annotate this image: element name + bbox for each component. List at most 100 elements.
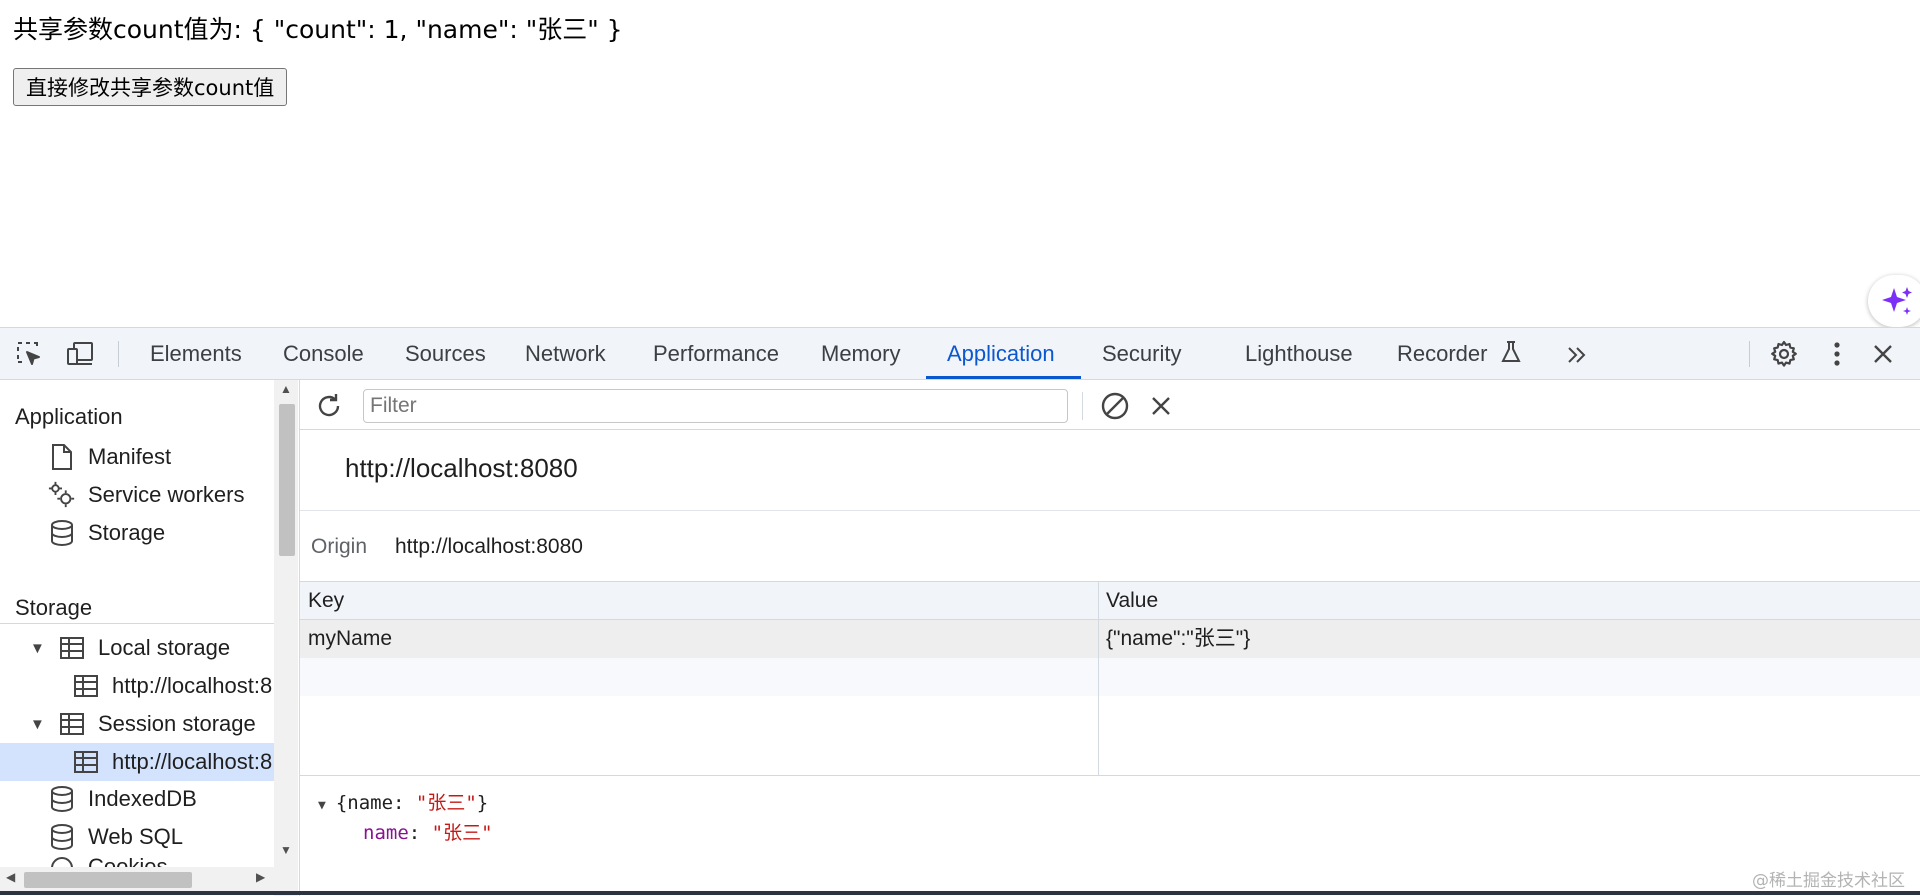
application-sidebar: Application Manifest Service workers Sto… [0, 380, 300, 896]
more-options-icon[interactable] [1822, 339, 1852, 369]
sidebar-divider [0, 623, 274, 624]
toolbar-separator [1749, 341, 1750, 367]
active-tab-indicator [926, 376, 1081, 379]
expand-triangle-icon[interactable]: ▼ [30, 640, 48, 657]
sidebar-item-session-storage[interactable]: ▼ Session storage [30, 705, 256, 743]
subtoolbar-separator [1082, 392, 1083, 420]
scroll-right-arrow-icon[interactable]: ▶ [256, 870, 265, 884]
tab-network[interactable]: Network [525, 328, 606, 380]
grid-column-divider[interactable] [1098, 582, 1099, 775]
empty-table-row[interactable] [300, 658, 1920, 696]
tab-recorder[interactable]: Recorder [1397, 328, 1522, 380]
table-icon [58, 634, 86, 662]
table-icon [72, 748, 100, 776]
device-toolbar-icon[interactable] [66, 339, 96, 369]
row-key-cell[interactable]: myName [308, 620, 392, 658]
horizontal-scroll-thumb[interactable] [24, 872, 192, 888]
bottom-edge [0, 891, 1920, 895]
sidebar-vertical-scrollbar[interactable]: ▲ ▼ [274, 380, 298, 896]
column-header-key[interactable]: Key [308, 582, 344, 620]
cookie-icon [48, 854, 76, 868]
ai-assistant-button[interactable] [1868, 275, 1920, 327]
title-divider [300, 510, 1920, 511]
table-row[interactable]: myName {"name":"张三"} [300, 620, 1920, 658]
toolbar-separator [118, 341, 119, 367]
flask-icon [1500, 341, 1521, 362]
tab-performance[interactable]: Performance [653, 328, 779, 380]
inspect-element-icon[interactable] [14, 339, 44, 369]
refresh-icon[interactable] [314, 391, 344, 421]
preview-property: name: "张三" [363, 818, 493, 845]
database-icon [48, 823, 76, 851]
tab-memory[interactable]: Memory [821, 328, 900, 380]
sidebar-item-label: Cookies [88, 854, 168, 868]
sidebar-item-local-storage[interactable]: ▼ Local storage [30, 629, 230, 667]
row-value-cell[interactable]: {"name":"张三"} [1106, 620, 1250, 658]
settings-gear-icon[interactable] [1769, 339, 1799, 369]
sidebar-item-indexeddb[interactable]: IndexedDB [48, 780, 197, 818]
sidebar-item-session-storage-origin[interactable]: http://localhost:8 [0, 743, 274, 781]
tab-security[interactable]: Security [1102, 328, 1181, 380]
sidebar-item-manifest[interactable]: Manifest [48, 438, 171, 476]
sidebar-heading-application: Application [15, 404, 123, 429]
database-icon [48, 785, 76, 813]
document-icon [48, 443, 76, 471]
database-icon [48, 519, 76, 547]
scroll-down-arrow-icon[interactable]: ▼ [280, 843, 292, 857]
origin-row: Origin http://localhost:8080 [311, 535, 583, 559]
table-icon [58, 710, 86, 738]
preview-summary[interactable]: ▼ {name: "张三"} [318, 788, 488, 815]
origin-label: Origin [311, 535, 368, 558]
sidebar-item-label: Service workers [88, 482, 245, 507]
page-viewport: 共享参数count值为: { "count": 1, "name": "张三" … [0, 0, 1920, 327]
scroll-up-arrow-icon[interactable]: ▲ [280, 382, 292, 396]
tab-lighthouse[interactable]: Lighthouse [1245, 328, 1353, 380]
sidebar-item-storage[interactable]: Storage [48, 514, 165, 552]
vertical-scroll-thumb[interactable] [279, 404, 295, 556]
preview-property-value: "张三" [431, 822, 493, 844]
shared-param-text: 共享参数count值为: { "count": 1, "name": "张三" … [13, 15, 623, 44]
tab-console[interactable]: Console [283, 328, 364, 380]
filter-input[interactable] [363, 389, 1068, 423]
devtools-panel: Elements Console Sources Network Perform… [0, 327, 1920, 896]
storage-subtoolbar [300, 380, 1920, 430]
watermark: @稀土掘金技术社区 [1752, 871, 1905, 891]
sidebar-item-cookies[interactable]: Cookies [48, 854, 167, 868]
origin-value: http://localhost:8080 [395, 535, 583, 558]
sidebar-item-label: http://localhost:8 [112, 749, 273, 774]
sidebar-item-local-storage-origin[interactable]: http://localhost:8 [72, 667, 272, 705]
sidebar-item-label: Manifest [88, 444, 172, 469]
sparkle-icon [1882, 287, 1912, 315]
tab-sources[interactable]: Sources [405, 328, 486, 380]
tab-recorder-label: Recorder [1397, 341, 1488, 366]
preview-summary-close: } [476, 792, 489, 814]
scroll-left-arrow-icon[interactable]: ◀ [6, 870, 15, 884]
sidebar-item-label: Web SQL [88, 824, 183, 849]
session-storage-view: http://localhost:8080 Origin http://loca… [300, 380, 1920, 896]
sidebar-horizontal-scrollbar[interactable]: ◀ ▶ [0, 867, 274, 891]
sidebar-item-label: Storage [88, 520, 166, 545]
tab-application[interactable]: Application [947, 328, 1055, 380]
expand-triangle-icon[interactable]: ▼ [30, 716, 48, 733]
clear-all-icon[interactable] [1100, 391, 1130, 421]
preview-summary-open: {name: [335, 792, 416, 814]
gears-icon [48, 481, 76, 509]
sidebar-item-websql[interactable]: Web SQL [48, 818, 183, 856]
storage-data-grid: Key Value myName {"name":"张三"} [300, 581, 1920, 776]
devtools-toolbar: Elements Console Sources Network Perform… [0, 328, 1920, 380]
sidebar-item-label: IndexedDB [88, 786, 197, 811]
close-devtools-icon[interactable] [1868, 339, 1898, 369]
expand-triangle-icon[interactable]: ▼ [318, 798, 326, 813]
modify-count-button[interactable]: 直接修改共享参数count值 [13, 68, 288, 106]
value-preview: ▼ {name: "张三"} name: "张三" [300, 776, 1920, 896]
origin-title: http://localhost:8080 [345, 453, 578, 483]
tab-elements[interactable]: Elements [150, 328, 242, 380]
grid-header: Key Value [300, 582, 1920, 620]
sidebar-item-label: Local storage [98, 635, 231, 660]
more-tabs-icon[interactable] [1563, 328, 1591, 380]
column-header-value[interactable]: Value [1106, 582, 1158, 620]
sidebar-item-label: Session storage [98, 711, 256, 736]
preview-property-key: name [363, 822, 409, 844]
sidebar-item-service-workers[interactable]: Service workers [48, 476, 244, 514]
delete-selected-icon[interactable] [1146, 391, 1176, 421]
